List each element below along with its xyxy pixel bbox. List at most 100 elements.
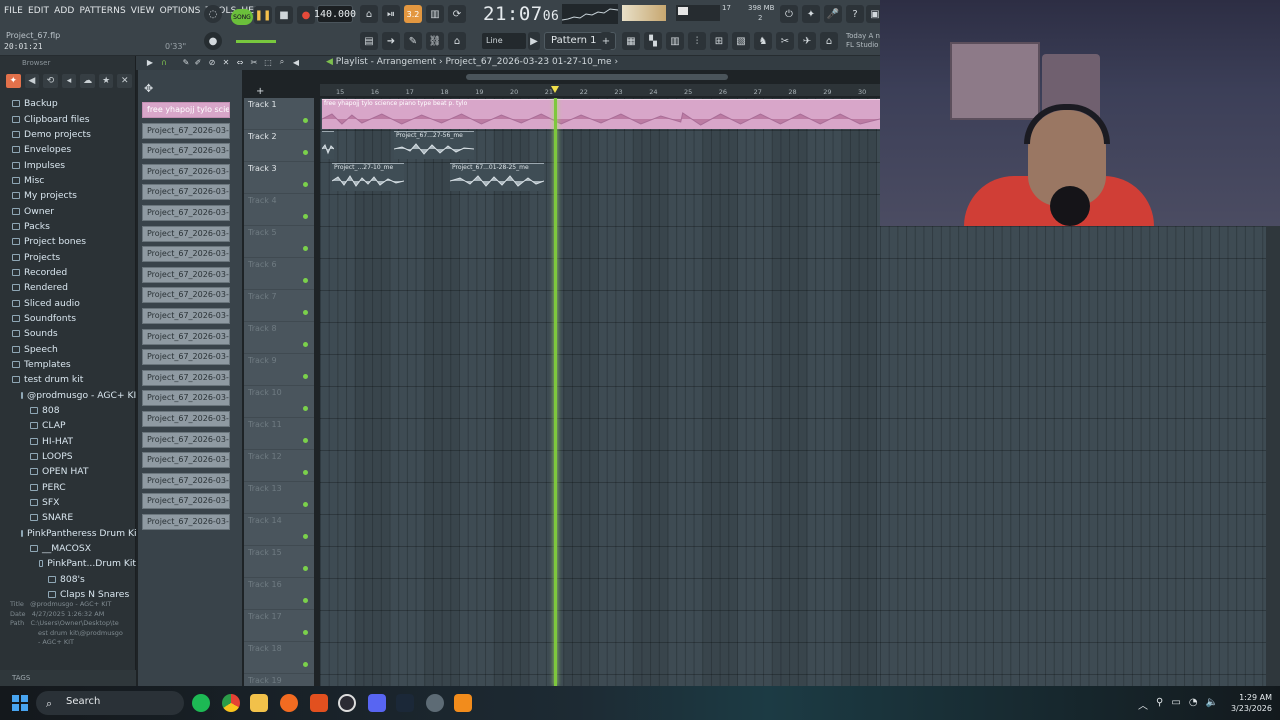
picker-clip[interactable]: Project_67_2026-03-23... — [142, 493, 230, 510]
power-icon[interactable]: ⏻ — [780, 5, 798, 23]
tray-location-icon[interactable]: ⚲ — [1156, 697, 1163, 712]
stamp-icon[interactable]: ⌂ — [448, 32, 466, 50]
picker-clip[interactable]: Project_67_2026-03-23... — [142, 307, 230, 324]
picker-header-icon[interactable]: ✥ — [144, 82, 153, 95]
track-header[interactable]: Track 2 — [244, 130, 314, 162]
browser-folder[interactable]: Demo projects — [0, 127, 136, 142]
tempo-display[interactable]: 140.000 — [314, 5, 356, 23]
slip-tool-icon[interactable]: ⇔ — [234, 56, 246, 68]
arrow-icon[interactable]: ➜ — [382, 32, 400, 50]
playlist-options-icon[interactable]: ▶ — [144, 56, 156, 68]
settings-icon[interactable] — [426, 694, 444, 712]
discord-icon[interactable] — [368, 694, 386, 712]
delete-tool-icon[interactable]: ⊘ — [206, 56, 218, 68]
picker-clip[interactable]: Project_67_2026-03-23... — [142, 452, 230, 469]
audio-clip[interactable]: Project_67...01-28-25_me — [450, 163, 544, 191]
browser-folder[interactable]: CLAP — [0, 418, 136, 433]
obs-icon[interactable] — [338, 694, 356, 712]
browser-folder[interactable]: __MACOSX — [0, 541, 136, 556]
menu-file[interactable]: FILE — [4, 6, 23, 16]
track-mute-led[interactable] — [303, 342, 308, 347]
track-mute-led[interactable] — [303, 630, 308, 635]
browser-folder[interactable]: 808's — [0, 572, 136, 587]
master-pitch-knob-icon[interactable]: ● — [204, 32, 222, 50]
chrome-icon[interactable] — [222, 694, 240, 712]
tags-bar[interactable]: TAGS — [0, 670, 136, 686]
track-header[interactable]: Track 17 — [244, 610, 314, 642]
browser-folder[interactable]: Misc — [0, 173, 136, 188]
browser-folder[interactable]: SNARE — [0, 510, 136, 525]
browser-folder[interactable]: 808 — [0, 403, 136, 418]
select-tool-icon[interactable]: ⬚ — [262, 56, 274, 68]
paint-tool-icon[interactable]: ✐ — [192, 56, 204, 68]
track-header[interactable]: Track 18 — [244, 642, 314, 674]
browser-folder[interactable]: @prodmusgo - AGC+ KIT — [0, 388, 136, 403]
browser-favorite-icon[interactable]: ★ — [98, 74, 114, 88]
track-header[interactable]: Track 8 — [244, 322, 314, 354]
picker-clip[interactable]: Project_67_2026-03-23... — [142, 225, 230, 242]
playlist-icon[interactable]: ▦ — [622, 32, 640, 50]
start-button[interactable] — [12, 695, 28, 711]
browser-collapse-icon[interactable]: ◂ — [61, 74, 77, 88]
picker-clip[interactable]: Project_67_2026-03-23... — [142, 513, 230, 530]
track-header[interactable]: Track 11 — [244, 418, 314, 450]
browser-folder[interactable]: Owner — [0, 203, 136, 218]
track-mute-led[interactable] — [303, 246, 308, 251]
picker-clip[interactable]: Project_67_2026-03-23... — [142, 369, 230, 386]
link-icon[interactable]: ⛓ — [426, 32, 444, 50]
picker-clip[interactable]: Project_67_2026-03-23... — [142, 287, 230, 304]
picker-clip[interactable]: Project_67_2026-03-23... — [142, 143, 230, 160]
news-panel[interactable]: Today A n FL Studio — [846, 32, 880, 50]
menu-patterns[interactable]: PATTERNS — [79, 6, 125, 16]
song-mode-toggle[interactable]: SONG — [231, 9, 253, 25]
audio-clip[interactable]: Project_...27-10_me — [332, 163, 404, 191]
menu-view[interactable]: VIEW — [131, 6, 155, 16]
tray-chevron-icon[interactable]: ︿ — [1138, 697, 1148, 712]
browser-folder[interactable]: Recorded — [0, 265, 136, 280]
menu-options[interactable]: OPTIONS — [160, 6, 201, 16]
browser-refresh-icon[interactable]: ⟲ — [43, 74, 58, 88]
project-browser-icon[interactable]: ▧ — [732, 32, 750, 50]
browser-folder[interactable]: Clipboard files — [0, 111, 136, 126]
mixer-link-icon[interactable]: ✦ — [802, 5, 820, 23]
track-header[interactable]: Track 12 — [244, 450, 314, 482]
tray-wifi-icon[interactable]: ◔ — [1189, 697, 1198, 712]
browser-folder[interactable]: Project bones — [0, 234, 136, 249]
project-info-icon[interactable]: ⌂ — [820, 32, 838, 50]
loop-record-icon[interactable]: ⟳ — [448, 5, 466, 23]
audio-clip[interactable]: Project_67...27-56_me — [394, 131, 474, 159]
playlist-view-icon[interactable]: ▤ — [360, 32, 378, 50]
track-mute-led[interactable] — [303, 374, 308, 379]
picker-clip[interactable]: Project_67_2026-03-23... — [142, 184, 230, 201]
track-mute-led[interactable] — [303, 598, 308, 603]
snap-select[interactable]: Line — [482, 33, 526, 49]
browser-folder[interactable]: Projects — [0, 249, 136, 264]
track-mute-led[interactable] — [303, 534, 308, 539]
track-mute-led[interactable] — [303, 310, 308, 315]
track-header[interactable]: Track 16 — [244, 578, 314, 610]
picker-clip[interactable]: Project_67_2026-03-23... — [142, 349, 230, 366]
firefox-icon[interactable] — [280, 694, 298, 712]
track-mute-led[interactable] — [303, 278, 308, 283]
edison-icon[interactable]: ✂ — [776, 32, 794, 50]
track-header[interactable]: Track 6 — [244, 258, 314, 290]
track-mute-led[interactable] — [303, 502, 308, 507]
touch-keyboard-icon[interactable]: ✈ — [798, 32, 816, 50]
track-mute-led[interactable] — [303, 214, 308, 219]
picker-clip[interactable]: Project_67_2026-03-23... — [142, 122, 230, 139]
zoom-tool-icon[interactable]: ⌕ — [276, 56, 288, 68]
playlist-scrollbar[interactable] — [466, 74, 728, 80]
picker-clip[interactable]: Project_67_2026-03-23... — [142, 163, 230, 180]
browser-folder[interactable]: LOOPS — [0, 449, 136, 464]
playback-tool-icon[interactable]: ◀ — [290, 56, 302, 68]
picker-clip[interactable]: free yhapojj tylo scie... — [142, 102, 230, 118]
picker-clip[interactable]: Project_67_2026-03-23... — [142, 410, 230, 427]
track-mute-led[interactable] — [303, 470, 308, 475]
pattern-prev-icon[interactable]: ▶ — [528, 32, 540, 50]
browser-folder[interactable]: OPEN HAT — [0, 464, 136, 479]
browser-folder[interactable]: Backup — [0, 96, 136, 111]
browser-folder[interactable]: Sounds — [0, 326, 136, 341]
channel-rack-icon[interactable]: ▚ — [644, 32, 662, 50]
menu-edit[interactable]: EDIT — [28, 6, 49, 16]
help-icon[interactable]: ? — [846, 5, 864, 23]
